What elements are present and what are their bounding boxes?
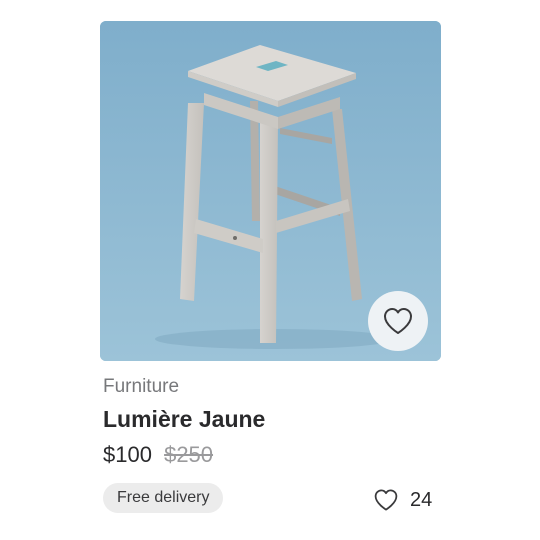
product-card[interactable]: Furniture Lumière Jaune $100 $250 Free d… [100,21,441,521]
current-price: $100 [103,442,152,467]
heart-icon [384,308,412,334]
original-price: $250 [164,442,214,467]
likes-count: 24 [410,488,433,511]
product-category: Furniture [103,376,180,397]
product-title[interactable]: Lumière Jaune [103,406,265,433]
favorite-button[interactable] [368,291,428,351]
price-row: $100 $250 [103,442,213,468]
heart-outline-icon [374,489,398,511]
delivery-badge: Free delivery [103,483,224,513]
product-image[interactable] [100,21,441,361]
likes-button[interactable]: 24 [373,488,432,512]
